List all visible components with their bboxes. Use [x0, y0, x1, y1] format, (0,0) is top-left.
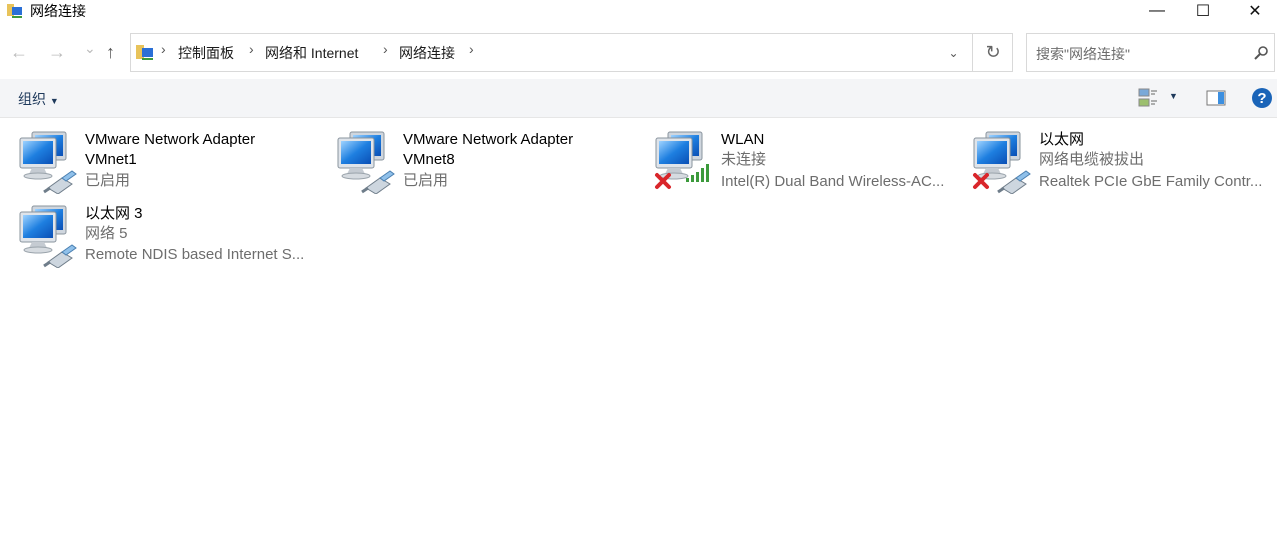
- up-button[interactable]: ↑: [106, 42, 115, 63]
- help-icon[interactable]: ?: [1251, 87, 1273, 109]
- recent-locations-button[interactable]: ⌄: [84, 40, 96, 57]
- view-options-dropdown[interactable]: ▼: [1169, 91, 1178, 101]
- connection-name: WLAN: [721, 131, 765, 148]
- chevron-down-icon: ⌄: [948, 45, 959, 60]
- network-adapter-icon: [973, 131, 1032, 194]
- connection-name: 以太网 3: [85, 205, 143, 222]
- search-box[interactable]: 搜索"网络连接": [1026, 33, 1275, 72]
- address-dropdown-button[interactable]: ⌄: [933, 34, 973, 71]
- connection-device: Realtek PCIe GbE Family Contr...: [1039, 173, 1263, 190]
- address-bar[interactable]: › 控制面板 › 网络和 Internet › 网络连接 › ⌄ ↻: [130, 33, 1013, 72]
- connection-status: 未连接: [721, 151, 767, 168]
- network-folder-icon: [136, 45, 153, 60]
- connection-status: 已启用: [85, 172, 131, 189]
- connection-wlan[interactable]: WLAN 未连接 Intel(R) Dual Band Wireless-AC.…: [654, 130, 972, 202]
- maximize-button[interactable]: ☐: [1180, 0, 1226, 22]
- connection-status: 网络电缆被拔出: [1039, 151, 1145, 168]
- breadcrumb-separator[interactable]: ›: [383, 41, 388, 57]
- change-view-icon[interactable]: [1138, 88, 1160, 108]
- connection-status: 已启用: [403, 172, 449, 189]
- breadcrumb-network-connections[interactable]: 网络连接: [399, 43, 455, 63]
- breadcrumb-separator[interactable]: ›: [249, 41, 254, 57]
- refresh-icon: ↻: [985, 42, 1001, 62]
- breadcrumb-control-panel[interactable]: 控制面板: [178, 43, 234, 63]
- connection-status: 网络 5: [85, 225, 128, 242]
- forward-button[interactable]: →: [48, 42, 66, 63]
- network-adapter-icon: [337, 131, 396, 194]
- connection-device: Intel(R) Dual Band Wireless-AC...: [721, 173, 945, 190]
- connection-ethernet[interactable]: 以太网 网络电缆被拔出 Realtek PCIe GbE Family Cont…: [972, 130, 1277, 202]
- svg-text:?: ?: [1257, 90, 1266, 107]
- connection-ethernet-3[interactable]: 以太网 3 网络 5 Remote NDIS based Internet S.…: [18, 204, 336, 276]
- preview-pane-icon[interactable]: [1206, 89, 1226, 107]
- minimize-button[interactable]: —: [1134, 0, 1180, 22]
- search-icon[interactable]: [1253, 45, 1269, 61]
- organize-menu[interactable]: 组织 ▼: [18, 89, 59, 109]
- window-title: 网络连接: [30, 3, 86, 19]
- refresh-button[interactable]: ↻: [972, 34, 1013, 71]
- network-adapter-icon: [19, 205, 78, 268]
- connection-name-line2: VMnet1: [85, 151, 137, 168]
- connection-device: Remote NDIS based Internet S...: [85, 246, 305, 263]
- breadcrumb-network-internet[interactable]: 网络和 Internet: [265, 43, 358, 63]
- search-input[interactable]: 搜索"网络连接": [1036, 44, 1130, 64]
- title-bar: 网络连接 — ☐ ✕: [0, 0, 1277, 22]
- connection-name: VMware Network Adapter: [85, 131, 256, 148]
- breadcrumb-separator[interactable]: ›: [469, 41, 474, 57]
- close-button[interactable]: ✕: [1232, 0, 1277, 22]
- command-bar: 组织 ▼ ▼ ?: [0, 79, 1277, 118]
- breadcrumb-separator[interactable]: ›: [161, 41, 166, 57]
- connection-vmnet8[interactable]: VMware Network Adapter VMnet8 已启用: [336, 130, 654, 202]
- caret-down-icon: ▼: [49, 96, 59, 106]
- wireless-adapter-icon: [655, 131, 709, 189]
- network-connections-icon: [7, 4, 22, 18]
- connection-vmnet1[interactable]: VMware Network Adapter VMnet1 已启用: [18, 130, 336, 202]
- connection-name: VMware Network Adapter: [403, 131, 574, 148]
- connection-name: 以太网: [1039, 131, 1085, 148]
- back-button[interactable]: ←: [10, 42, 28, 63]
- network-adapter-icon: [19, 131, 78, 194]
- organize-label: 组织: [18, 91, 46, 107]
- connection-name-line2: VMnet8: [403, 151, 455, 168]
